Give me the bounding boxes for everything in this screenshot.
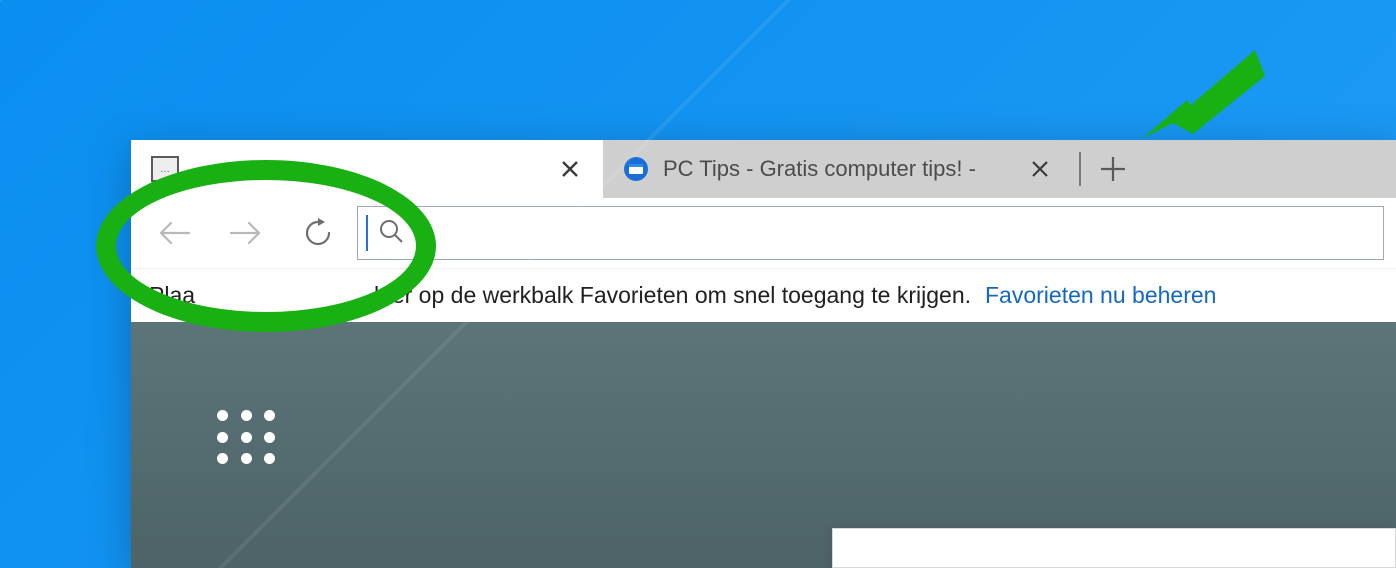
address-bar[interactable] [357, 206, 1384, 260]
close-tab-icon[interactable] [553, 152, 587, 186]
tab-strip: … PC Tips - Gratis computer tips! - [131, 140, 1396, 198]
address-input[interactable] [412, 222, 1375, 245]
refresh-button[interactable] [299, 214, 337, 252]
favorites-msg-tail: hier op de werkbalk Favorieten om snel t… [374, 282, 971, 309]
popup-panel [832, 528, 1396, 568]
favorites-bar: Plaa xxxxxxxxxxxxxxx hier op de werkbalk… [131, 268, 1396, 322]
new-tab-button[interactable] [1089, 145, 1137, 193]
page-content [131, 322, 1396, 568]
tab-active[interactable]: … [131, 140, 603, 198]
nav-buttons [143, 214, 357, 252]
tab-separator [1079, 152, 1081, 186]
address-cursor [366, 215, 368, 251]
search-icon [378, 218, 404, 249]
active-tab-favicon: … [151, 156, 177, 182]
app-grid-icon[interactable] [217, 410, 279, 466]
forward-button[interactable] [227, 214, 265, 252]
inactive-tab-title: PC Tips - Gratis computer tips! - [663, 156, 1009, 182]
toolbar [131, 198, 1396, 268]
back-button[interactable] [155, 214, 193, 252]
close-tab-icon[interactable] [1023, 152, 1057, 186]
favorites-msg-prefix: Plaa [149, 282, 195, 309]
tab-inactive[interactable]: PC Tips - Gratis computer tips! - [603, 140, 1073, 198]
inactive-tab-favicon [623, 156, 649, 182]
new-tab-area [1073, 140, 1137, 198]
manage-favorites-link[interactable]: Favorieten nu beheren [985, 282, 1216, 309]
browser-window: … PC Tips - Gratis computer tips! - [131, 140, 1396, 568]
